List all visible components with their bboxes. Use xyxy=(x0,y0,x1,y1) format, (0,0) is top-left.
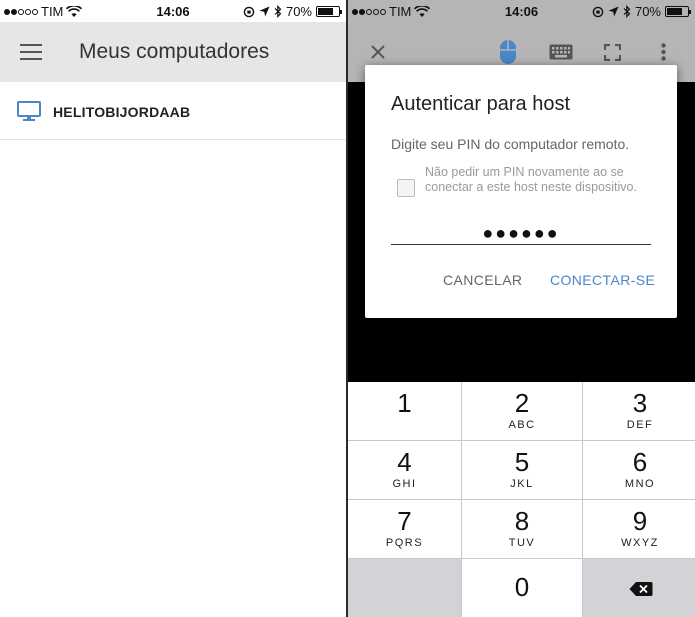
key-5[interactable]: 5 JKL xyxy=(462,441,582,499)
key-digit: 6 xyxy=(632,447,648,477)
battery-percent: 70% xyxy=(634,4,661,19)
key-letters: JKL xyxy=(510,478,534,490)
computers-list-screen: TIM 14:06 70% Meus computadores HELITOBI… xyxy=(0,0,346,617)
auth-dialog: Autenticar para host Digite seu PIN do c… xyxy=(365,65,677,318)
computer-monitor-icon xyxy=(17,101,41,121)
key-2[interactable]: 2 ABC xyxy=(462,382,582,440)
dialog-title: Autenticar para host xyxy=(391,93,570,115)
host-list-item[interactable]: HELITOBIJORDAAB xyxy=(0,82,346,140)
key-6[interactable]: 6 MNO xyxy=(583,441,695,499)
orientation-lock-icon xyxy=(592,6,604,17)
key-0[interactable]: 0 xyxy=(462,559,582,617)
key-letters: MNO xyxy=(624,478,656,490)
remember-pin-checkbox[interactable] xyxy=(397,179,415,197)
key-digit: 4 xyxy=(397,447,412,477)
fullscreen-icon[interactable] xyxy=(604,44,621,61)
location-icon xyxy=(608,6,619,17)
key-letters: GHI xyxy=(392,478,417,490)
remember-pin-label: Não pedir um PIN novamente ao se conecta… xyxy=(425,165,637,194)
key-digit: 8 xyxy=(514,506,530,536)
cancel-button[interactable]: CANCELAR xyxy=(443,272,522,288)
keyboard-icon[interactable] xyxy=(549,44,573,60)
key-digit: 5 xyxy=(514,447,530,477)
status-bar-right: TIM 14:06 70% xyxy=(348,0,695,22)
key-1[interactable]: 1 xyxy=(348,382,461,440)
backspace-icon xyxy=(629,582,653,596)
page-title: Meus computadores xyxy=(79,40,270,63)
key-digit: 3 xyxy=(632,388,648,418)
key-9[interactable]: 9 WXYZ xyxy=(583,500,695,558)
dialog-message: Digite seu PIN do computador remoto. xyxy=(391,136,630,152)
key-letters: WXYZ xyxy=(621,537,659,549)
battery-percent: 70% xyxy=(285,4,312,19)
close-icon[interactable] xyxy=(370,44,386,60)
key-digit: 7 xyxy=(397,506,412,536)
app-bar: Meus computadores xyxy=(0,22,346,82)
mouse-icon[interactable] xyxy=(499,39,517,65)
pin-input[interactable]: ●●●●●● xyxy=(391,223,651,245)
key-letters: PQRS xyxy=(385,537,424,549)
key-digit: 9 xyxy=(632,506,648,536)
location-icon xyxy=(259,6,270,17)
key-4[interactable]: 4 GHI xyxy=(348,441,461,499)
remote-auth-screen: TIM 14:06 70% Autenticar para host Digit… xyxy=(348,0,695,617)
key-8[interactable]: 8 TUV xyxy=(462,500,582,558)
host-name: HELITOBIJORDAAB xyxy=(53,104,191,120)
key-digit: 2 xyxy=(514,388,530,418)
key-digit: 0 xyxy=(514,572,530,602)
bluetooth-icon xyxy=(274,5,282,18)
menu-icon[interactable] xyxy=(20,44,42,60)
more-vert-icon[interactable] xyxy=(661,43,666,61)
battery-icon xyxy=(316,6,342,17)
key-blank xyxy=(348,559,461,617)
key-digit: 1 xyxy=(397,388,412,418)
key-letters: DEF xyxy=(626,419,654,431)
backspace-key[interactable] xyxy=(583,559,695,617)
battery-icon xyxy=(665,6,691,17)
connect-button[interactable]: CONECTAR-SE xyxy=(550,272,655,288)
numeric-keypad: 1 2 ABC 3 DEF 4 GHI 5 JKL 6 MNO 7 PQRS 8 TUV 9W… xyxy=(348,382,695,617)
key-3[interactable]: 3 DEF xyxy=(583,382,695,440)
key-letters: ABC xyxy=(508,419,536,431)
key-letters: TUV xyxy=(508,537,536,549)
key-7[interactable]: 7 PQRS xyxy=(348,500,461,558)
status-bar: TIM 14:06 70% xyxy=(0,0,346,22)
bluetooth-icon xyxy=(623,5,631,18)
orientation-lock-icon xyxy=(243,6,255,17)
